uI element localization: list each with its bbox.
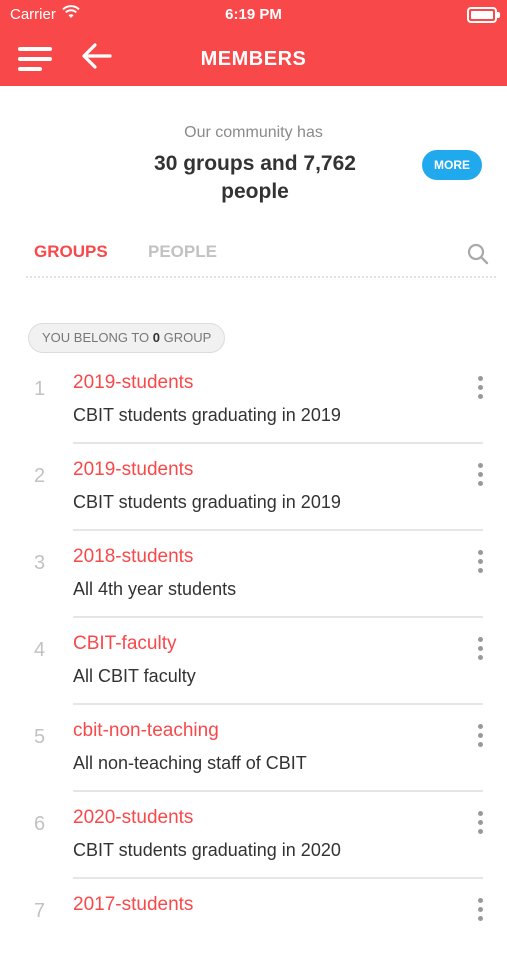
divider [73, 877, 483, 879]
page-title: MEMBERS [200, 48, 307, 70]
more-options-icon[interactable] [474, 637, 488, 663]
nav-bar: MEMBERS [0, 30, 507, 86]
group-description: CBIT students graduating in 2019 [73, 405, 341, 425]
item-number: 3 [34, 552, 46, 574]
list-item[interactable]: 1 2019-students CBIT students graduating… [0, 358, 507, 445]
divider [73, 529, 483, 531]
list-item[interactable]: 2 2019-students CBIT students graduating… [0, 445, 507, 532]
tab-people[interactable]: PEOPLE [148, 242, 217, 262]
status-time: 6:19 PM [225, 6, 282, 23]
group-name-link[interactable]: CBIT-faculty [73, 633, 176, 655]
membership-suffix: GROUP [163, 330, 212, 345]
group-name-link[interactable]: 2020-students [73, 807, 193, 829]
list-item[interactable]: 3 2018-students All 4th year students [0, 532, 507, 619]
status-bar: Carrier 6:19 PM [0, 0, 507, 30]
divider [73, 790, 483, 792]
summary-subtitle: Our community has [184, 124, 323, 141]
item-number: 6 [34, 813, 46, 835]
group-name-link[interactable]: 2019-students [73, 372, 193, 394]
tab-groups[interactable]: GROUPS [34, 242, 108, 262]
search-icon[interactable] [466, 242, 490, 271]
top-bar: Carrier 6:19 PM MEMBERS [0, 0, 507, 86]
list-item[interactable]: 4 CBIT-faculty All CBIT faculty [0, 619, 507, 706]
more-options-icon[interactable] [474, 376, 488, 402]
divider [73, 703, 483, 705]
more-button[interactable]: MORE [422, 150, 482, 180]
group-description: CBIT students graduating in 2019 [73, 492, 341, 512]
group-description: All 4th year students [73, 579, 237, 599]
group-name-link[interactable]: 2019-students [73, 459, 193, 481]
group-name-link[interactable]: 2018-students [73, 546, 193, 568]
group-description: All CBIT faculty [73, 666, 196, 686]
item-number: 4 [34, 639, 46, 661]
more-options-icon[interactable] [474, 724, 488, 750]
group-description: CBIT students graduating in 2020 [73, 840, 341, 860]
membership-badge: YOU BELONG TO 0 GROUP [28, 323, 226, 353]
list-item[interactable]: 6 2020-students CBIT students graduating… [0, 793, 507, 880]
membership-count: 0 [152, 330, 161, 345]
item-number: 2 [34, 465, 46, 487]
group-name-link[interactable]: cbit-non-teaching [73, 720, 219, 742]
more-options-icon[interactable] [474, 898, 488, 924]
more-options-icon[interactable] [474, 463, 488, 489]
summary-headline: 30 groups and 7,762 people [154, 152, 356, 203]
divider [73, 616, 483, 618]
battery-icon [467, 7, 500, 23]
divider [73, 442, 483, 444]
group-name-link[interactable]: 2017-students [73, 894, 193, 916]
tab-bar: GROUPS PEOPLE [26, 232, 496, 278]
item-number: 5 [34, 726, 46, 748]
membership-prefix: YOU BELONG TO [42, 330, 150, 345]
list-item[interactable]: 7 2017-students [0, 880, 507, 967]
item-number: 7 [34, 900, 46, 922]
item-number: 1 [34, 378, 46, 400]
more-options-icon[interactable] [474, 550, 488, 576]
list-item[interactable]: 5 cbit-non-teaching All non-teaching sta… [0, 706, 507, 793]
group-description: All non-teaching staff of CBIT [73, 753, 307, 773]
more-options-icon[interactable] [474, 811, 488, 837]
